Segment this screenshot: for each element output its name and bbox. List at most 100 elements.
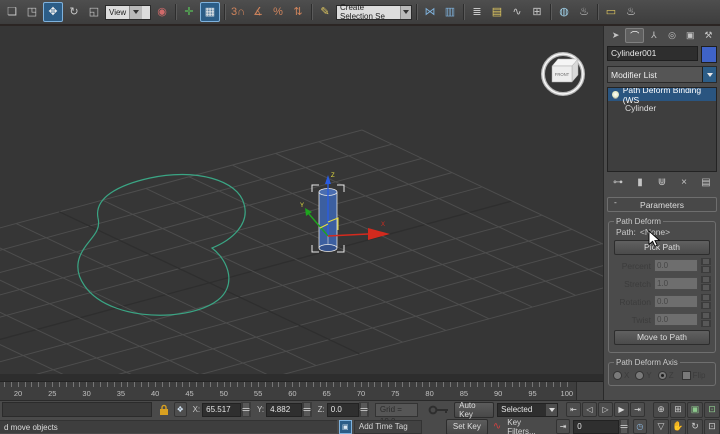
modifier-list-dropdown[interactable]: Modifier List [607, 66, 717, 83]
window-crossing-selection-icon[interactable]: ◳ [23, 3, 41, 21]
zoom-all-icon[interactable]: ⊞ [670, 401, 686, 418]
dropdown-arrow-icon[interactable] [400, 5, 411, 19]
rotation-spinner-field[interactable]: 0.0 [654, 295, 698, 308]
x-coordinate-field[interactable]: 65.517 [202, 402, 241, 417]
layer-manager-icon[interactable]: ≣ [468, 3, 486, 21]
spinner-snap-icon[interactable]: ⇅ [289, 3, 307, 21]
zoom-extents-icon[interactable]: ▣ [687, 401, 703, 418]
stretch-spinner-arrows[interactable] [701, 276, 711, 291]
tab-motion[interactable]: ◎ [664, 28, 681, 43]
tab-utilities[interactable]: ⚒ [700, 28, 717, 43]
selection-lock-icon[interactable] [159, 404, 168, 416]
select-and-move-icon[interactable]: ✥ [43, 2, 63, 22]
twist-spinner-arrows[interactable] [701, 312, 711, 327]
axis-y-radio[interactable] [635, 371, 645, 380]
twist-spinner: Twist 0.0 [613, 312, 711, 327]
axis-z-radio[interactable] [657, 371, 667, 380]
keyboard-shortcut-override-icon[interactable]: ▦ [200, 2, 220, 22]
select-and-rotate-icon[interactable]: ↻ [65, 3, 83, 21]
y-coordinate-field[interactable]: 4.882 [266, 402, 302, 417]
orbit-icon[interactable]: ↻ [687, 418, 704, 434]
percent-spinner-field[interactable]: 0.0 [654, 259, 698, 272]
dropdown-arrow-icon[interactable] [546, 403, 557, 416]
add-time-tag-field[interactable]: Add Time Tag [353, 419, 422, 434]
default-key-tangent-icon[interactable]: ∿ [493, 421, 501, 432]
modifier-stack-row[interactable]: Path Deform Binding (WS [608, 88, 716, 105]
perspective-viewport[interactable]: Z Y X FRONT [0, 26, 603, 374]
move-gizmo[interactable]: Z Y X [300, 173, 390, 240]
timeline-ruler[interactable]: 20 25 30 35 40 45 50 55 60 65 70 75 80 85 90 95 100 [0, 382, 577, 400]
named-selection-sets-dropdown[interactable]: Create Selection Se [336, 3, 412, 21]
field-of-view-icon[interactable]: ▽ [653, 418, 670, 434]
flip-checkbox[interactable] [681, 371, 691, 380]
mirror-icon[interactable]: ⋈ [421, 3, 439, 21]
use-pivot-point-center-icon[interactable]: ◉ [153, 3, 171, 21]
z-coordinate-field[interactable]: 0.0 [326, 402, 359, 417]
render-setup-icon[interactable]: ♨ [575, 3, 593, 21]
angle-snap-icon[interactable]: ∡ [249, 3, 267, 21]
maximize-viewport-toggle-icon[interactable]: ⊡ [704, 418, 720, 434]
tab-display[interactable]: ▣ [682, 28, 699, 43]
time-configuration-icon[interactable]: ◷ [632, 419, 648, 434]
auto-key-button[interactable]: Auto Key [454, 401, 495, 419]
show-end-result-icon[interactable]: ▮ [634, 177, 646, 188]
zoom-extents-all-icon[interactable]: ⊡ [704, 401, 720, 418]
key-mode-toggle-icon[interactable]: ⇥ [556, 419, 571, 434]
timeline-tick [285, 382, 287, 387]
edit-named-selection-sets-icon[interactable]: ✎ [316, 3, 334, 21]
move-to-path-button[interactable]: Move to Path [614, 330, 710, 345]
render-production-icon[interactable]: ♨ [622, 3, 640, 21]
time-slider-track[interactable] [0, 374, 603, 382]
parameters-rollout-header[interactable]: - Parameters [607, 197, 717, 212]
stretch-spinner-label: Stretch [624, 278, 651, 289]
stretch-spinner-field[interactable]: 1.0 [654, 277, 698, 290]
play-button[interactable]: ▷ [598, 402, 613, 417]
modifier-enabled-icon[interactable] [612, 91, 619, 98]
current-frame-field[interactable]: 0 [573, 419, 619, 434]
rectangular-selection-region-icon[interactable]: ❏ [3, 3, 21, 21]
viewport-canvas: Z Y X FRONT [0, 52, 603, 374]
percent-spinner-arrows[interactable] [701, 258, 711, 273]
set-key-button[interactable]: Set Key [445, 418, 488, 434]
collapse-icon[interactable]: - [614, 197, 617, 207]
configure-modifier-sets-icon[interactable]: ▤ [700, 177, 712, 188]
absolute-offset-mode-icon[interactable]: ❖ [173, 402, 187, 417]
rotation-spinner-arrows[interactable] [701, 294, 711, 309]
track-bar[interactable]: 20 25 30 35 40 45 50 55 60 65 70 75 80 85 90 95 100 [0, 374, 603, 400]
next-frame-button[interactable]: ▶ [614, 402, 629, 417]
wire-color-swatch[interactable] [701, 46, 717, 63]
go-to-end-button[interactable]: ⇥ [630, 402, 645, 417]
remove-modifier-icon[interactable]: × [678, 177, 690, 188]
dropdown-arrow-icon[interactable] [129, 5, 143, 19]
select-and-manipulate-icon[interactable]: ✛ [180, 3, 198, 21]
tab-hierarchy[interactable]: ⅄ [645, 28, 662, 43]
viewcube[interactable]: FRONT [541, 52, 585, 96]
axis-x-radio[interactable] [613, 371, 622, 380]
percent-snap-icon[interactable]: % [269, 3, 287, 21]
isolate-selection-toggle-icon[interactable]: ▣ [338, 419, 352, 434]
key-filters-button[interactable]: Key Filters... [507, 418, 549, 434]
select-and-scale-icon[interactable]: ◱ [85, 3, 103, 21]
previous-frame-button[interactable]: ◁ [582, 402, 597, 417]
material-editor-icon[interactable]: ◍ [555, 3, 573, 21]
maxscript-mini-listener[interactable] [2, 402, 153, 417]
tab-create[interactable]: ➤ [607, 28, 624, 43]
pick-path-button[interactable]: Pick Path [614, 240, 710, 255]
snaps-toggle-3d-icon[interactable]: 3∩ [229, 3, 247, 21]
key-filter-set-dropdown[interactable]: Selected [497, 402, 558, 417]
scene-explorer-icon[interactable]: ▤ [488, 3, 506, 21]
tab-modify[interactable]: ⌒ [625, 28, 645, 43]
go-to-start-button[interactable]: ⇤ [566, 402, 581, 417]
schematic-view-icon[interactable]: ⊞ [528, 3, 546, 21]
make-unique-icon[interactable]: ⋓ [656, 177, 668, 188]
curve-editor-icon[interactable]: ∿ [508, 3, 526, 21]
reference-coordinate-system-dropdown[interactable]: View [105, 4, 151, 20]
pin-stack-icon[interactable]: ⊶ [612, 177, 624, 188]
pan-icon[interactable]: ✋ [670, 418, 687, 434]
object-name-field[interactable]: Cylinder001 [607, 46, 698, 61]
rendered-frame-window-icon[interactable]: ▭ [602, 3, 620, 21]
twist-spinner-field[interactable]: 0.0 [654, 313, 698, 326]
zoom-icon[interactable]: ⊕ [653, 401, 669, 418]
modifier-list-arrow-icon[interactable] [702, 67, 716, 82]
align-icon[interactable]: ▥ [441, 3, 459, 21]
